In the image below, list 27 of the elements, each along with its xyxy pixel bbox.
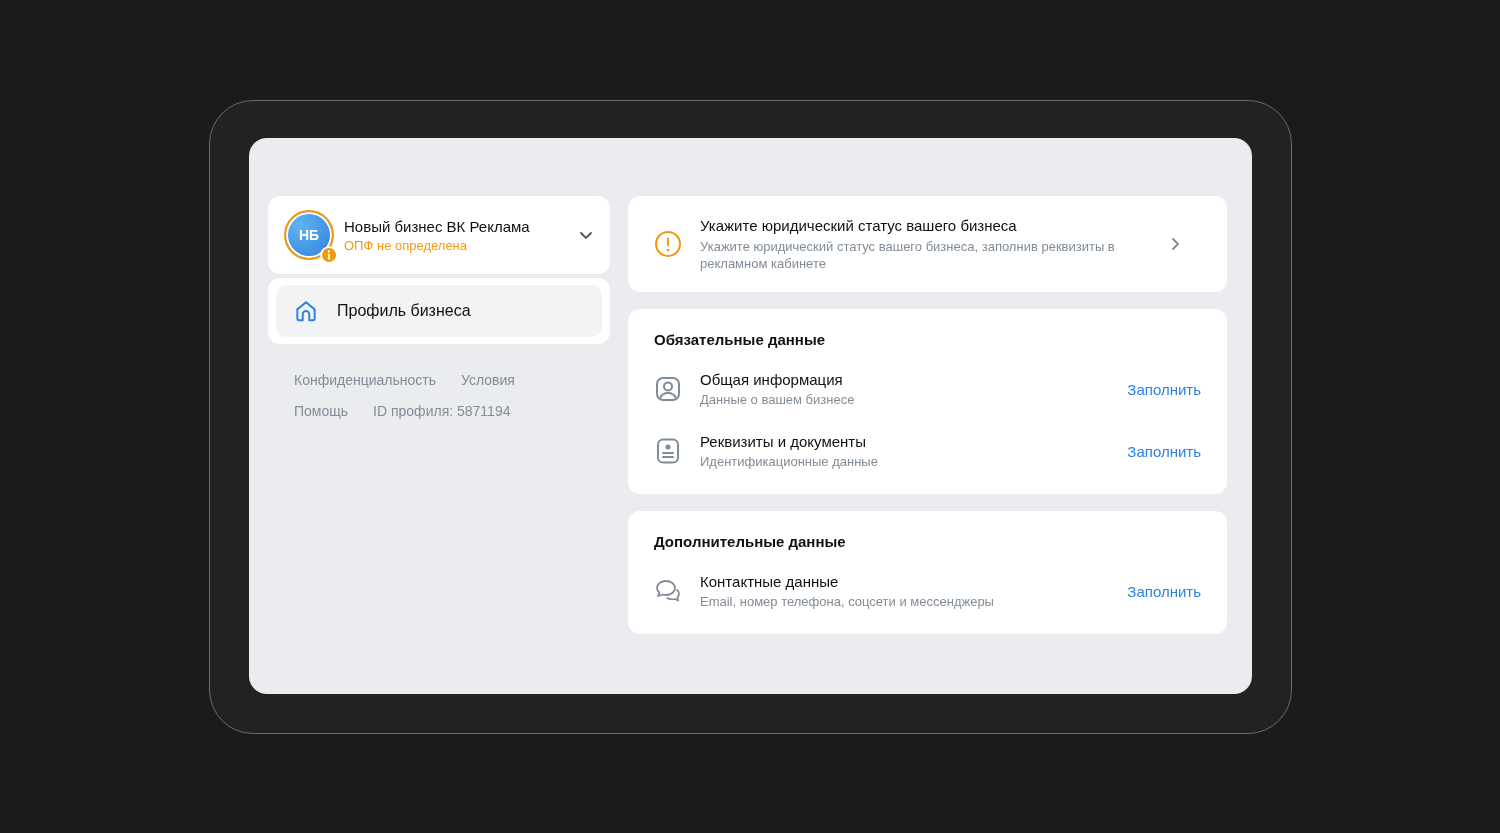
footer-link[interactable]: Условия <box>461 372 515 388</box>
fill-link[interactable]: Заполнить <box>1127 380 1201 398</box>
footer-link[interactable]: ID профиля: 5871194 <box>373 403 511 419</box>
fill-link[interactable]: Заполнить <box>1127 442 1201 460</box>
alert-card[interactable]: Укажите юридический статус вашего бизнеса Укажите юридический статус вашего бизнеса, заполнив реквизиты в рекламном кабинете <box>628 196 1227 292</box>
account-status: ОПФ не определена <box>344 237 469 253</box>
footer-link[interactable]: Помощь <box>294 403 349 419</box>
item-title: Контактные данные <box>700 573 840 590</box>
home-icon <box>293 298 319 324</box>
item-subtitle: Email, номер телефона, соцсети и мессенджеры <box>700 594 995 609</box>
profile-icon <box>654 375 682 403</box>
alert-text: Укажите юридический статус вашего бизнеса, заполнив реквизиты в рекламном кабинете <box>700 237 1116 272</box>
section-title: Дополнительные данные <box>654 533 847 550</box>
fill-link[interactable]: Заполнить <box>1127 582 1201 600</box>
item-subtitle: Идентификационные данные <box>700 454 879 469</box>
account-name: Новый бизнес ВК Реклама <box>344 217 531 235</box>
footer-link[interactable]: Конфиденциальность <box>294 372 436 388</box>
item-title: Реквизиты и документы <box>700 433 867 450</box>
menu-item[interactable]: Профиль бизнеса <box>276 285 602 337</box>
warning-icon <box>654 230 682 258</box>
document-icon <box>654 437 682 465</box>
account-card[interactable]: НБ Новый бизнес ВК Реклама ОПФ не определена <box>268 196 610 274</box>
info-badge-icon <box>320 246 338 264</box>
alert-title: Укажите юридический статус вашего бизнеса <box>700 216 1018 234</box>
item-title: Общая информация <box>700 371 844 388</box>
section-title: Обязательные данные <box>654 331 827 348</box>
item-subtitle: Данные о вашем бизнесе <box>700 392 856 407</box>
